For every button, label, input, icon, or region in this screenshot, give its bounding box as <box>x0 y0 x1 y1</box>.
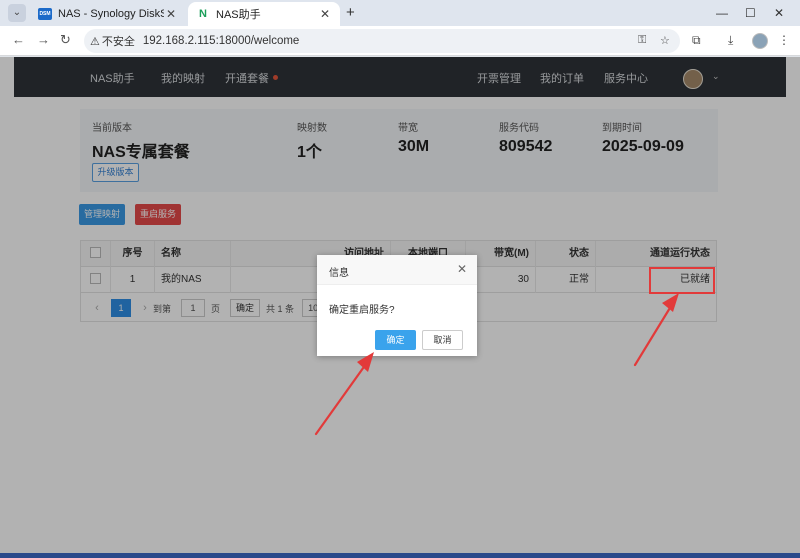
bookmark-star-icon[interactable]: ☆ <box>660 34 670 47</box>
os-taskbar <box>0 553 800 558</box>
back-icon[interactable]: ← <box>12 32 25 47</box>
url-text: 192.168.2.115:18000/welcome <box>142 35 300 47</box>
synology-favicon-icon: DSM <box>38 8 52 20</box>
close-icon[interactable]: ✕ <box>318 7 332 21</box>
dialog-title: 信息 <box>329 268 349 279</box>
maximize-icon[interactable]: ☐ <box>745 6 756 20</box>
dialog-ok-button[interactable]: 确定 <box>375 330 416 350</box>
tab-nas-assistant[interactable]: N NAS助手 ✕ <box>188 2 340 26</box>
menu-icon[interactable]: ⋮ <box>778 33 790 47</box>
security-chip[interactable]: ⚠ 不安全 <box>90 33 143 49</box>
new-tab-icon[interactable]: + <box>346 4 355 21</box>
annotation-highlight-box <box>649 267 715 294</box>
tab-search-icon[interactable]: ⌄ <box>8 4 26 22</box>
address-bar[interactable]: ⚠ 不安全 192.168.2.115:18000/welcome ⚿ ☆ <box>84 29 680 53</box>
minimize-icon[interactable]: — <box>716 6 728 20</box>
download-icon[interactable]: ⤓ <box>728 33 733 48</box>
nas-favicon-icon: N <box>196 8 210 20</box>
security-label: 不安全 <box>101 36 135 48</box>
dialog-cancel-button[interactable]: 取消 <box>422 330 463 350</box>
tab-title: NAS - Synology DiskStation <box>58 8 164 20</box>
window-close-icon[interactable]: ✕ <box>774 6 784 20</box>
profile-avatar[interactable] <box>752 33 768 49</box>
tab-title: NAS助手 <box>216 9 261 21</box>
warning-icon: ⚠ <box>90 35 100 48</box>
forward-icon[interactable]: → <box>37 32 50 47</box>
browser-tabstrip: ⌄ DSM NAS - Synology DiskStation ✕ N NAS… <box>0 0 800 26</box>
browser-toolbar: ← → ↻ ⚠ 不安全 192.168.2.115:18000/welcome … <box>0 26 800 56</box>
confirm-dialog: 信息 ✕ 确定重启服务? 确定 取消 <box>317 255 477 356</box>
close-icon[interactable]: ✕ <box>164 7 178 21</box>
key-icon[interactable]: ⚿ <box>638 34 646 47</box>
tab-synology[interactable]: DSM NAS - Synology DiskStation ✕ <box>30 2 186 26</box>
close-icon[interactable]: ✕ <box>457 262 467 276</box>
dialog-message: 确定重启服务? <box>329 305 395 316</box>
dialog-header: 信息 ✕ <box>317 255 477 285</box>
extensions-icon[interactable]: ⧉ <box>692 33 701 48</box>
reload-icon[interactable]: ↻ <box>60 32 71 48</box>
